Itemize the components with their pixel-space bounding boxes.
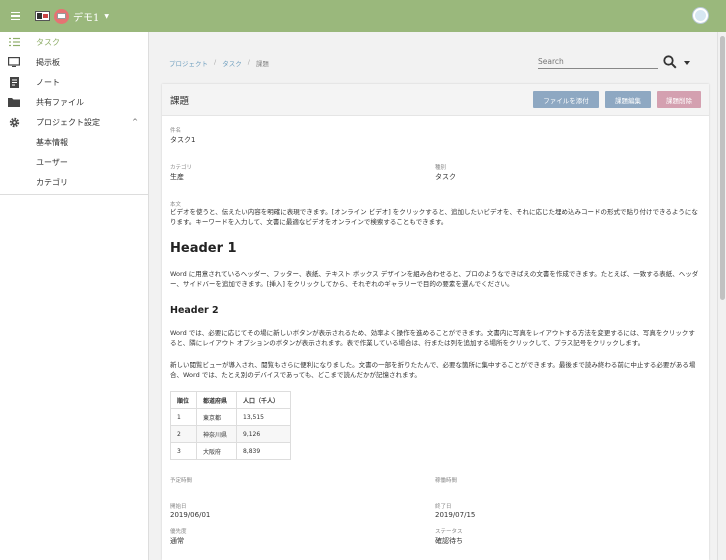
user-avatar[interactable] xyxy=(693,8,708,23)
sidebar-item-board[interactable]: 掲示板 xyxy=(0,52,148,72)
field-label-body: 本文 xyxy=(170,202,182,208)
search-input[interactable] xyxy=(538,55,658,69)
sidebar: タスク 掲示板 ノート 共有ファイル プロジェクト設定 ^ 基本情報 ユーザー … xyxy=(0,32,149,560)
table-cell: 大阪府 xyxy=(196,442,237,460)
gear-icon xyxy=(8,116,20,128)
sidebar-item-label: ノート xyxy=(36,77,60,87)
menu-icon[interactable] xyxy=(11,11,27,21)
breadcrumb: プロジェクト / タスク / 課題 xyxy=(169,58,269,68)
paragraph-3: 新しい閲覧ビューが導入され、閲覧もさらに便利になりました。文書の一部を折りたたん… xyxy=(170,361,696,379)
field-label-category: カテゴリ xyxy=(170,165,193,171)
sidebar-subitem-categories[interactable]: カテゴリ xyxy=(0,172,148,192)
population-table: 順位 都道府県 人口（千人） 1 東京都 13,515 2 神奈川県 9,126… xyxy=(170,391,291,460)
sidebar-item-project-settings[interactable]: プロジェクト設定 ^ xyxy=(0,112,148,132)
chevron-up-icon[interactable]: ^ xyxy=(132,118,138,126)
table-row: 3 大阪府 8,839 xyxy=(170,442,291,460)
heading-1: Header 1 xyxy=(170,241,237,256)
field-value-priority: 通常 xyxy=(170,537,184,545)
board-icon xyxy=(8,56,20,68)
delete-issue-button[interactable]: 課題削除 xyxy=(657,91,701,108)
table-cell: 神奈川県 xyxy=(196,425,237,443)
table-cell: 9,126 xyxy=(236,425,291,443)
folder-icon xyxy=(8,96,20,108)
sidebar-item-label: プロジェクト設定 xyxy=(36,117,100,127)
sidebar-item-tasks[interactable]: タスク xyxy=(0,32,148,52)
sidebar-item-label: 掲示板 xyxy=(36,57,60,67)
field-label-priority: 優先度 xyxy=(170,529,187,535)
table-cell: 3 xyxy=(170,442,197,460)
edit-issue-button[interactable]: 課題編集 xyxy=(605,91,651,108)
sidebar-subitem-label: ユーザー xyxy=(36,157,68,167)
project-name[interactable]: デモ1 xyxy=(73,9,99,24)
breadcrumb-current: 課題 xyxy=(255,60,269,68)
divider xyxy=(0,194,148,195)
sidebar-subitem-label: カテゴリ xyxy=(36,177,68,187)
field-label-end-date: 終了日 xyxy=(435,504,452,510)
table-row: 2 神奈川県 9,126 xyxy=(170,425,291,443)
search-icon[interactable] xyxy=(663,55,677,71)
paragraph-2: Word では、必要に応じてその場に新しいボタンが表示されるため、効率よく操作を… xyxy=(170,329,695,347)
sidebar-item-label: タスク xyxy=(36,37,60,47)
field-value-category: 生産 xyxy=(170,173,184,181)
field-value-status: 確認待ち xyxy=(435,537,463,545)
table-cell: 1 xyxy=(170,408,197,426)
table-header-row: 順位 都道府県 人口（千人） xyxy=(170,391,291,409)
table-header: 順位 xyxy=(170,391,197,409)
table-cell: 13,515 xyxy=(236,408,291,426)
scrollbar[interactable] xyxy=(717,32,726,560)
breadcrumb-separator: / xyxy=(247,58,250,66)
checklist-icon xyxy=(8,36,20,48)
table-cell: 2 xyxy=(170,425,197,443)
breadcrumb-separator: / xyxy=(214,58,217,66)
breadcrumb-project[interactable]: プロジェクト xyxy=(169,58,208,68)
issue-card: 課題 ファイルを添付 課題編集 課題削除 件名 タスク1 カテゴリ 生産 種別 … xyxy=(162,84,709,560)
table-cell: 東京都 xyxy=(196,408,237,426)
search-box xyxy=(538,55,690,71)
card-header: 課題 ファイルを添付 課題編集 課題削除 xyxy=(162,84,709,116)
field-label-name: 件名 xyxy=(170,128,182,134)
chevron-down-icon[interactable]: ▼ xyxy=(104,13,109,20)
field-label-start-date: 開始日 xyxy=(170,504,187,510)
card-title: 課題 xyxy=(170,95,190,107)
field-value-name: タスク1 xyxy=(170,136,196,144)
table-header: 都道府県 xyxy=(196,391,237,409)
project-avatar xyxy=(54,8,69,24)
field-label-status: ステータス xyxy=(435,529,463,535)
scrollbar-thumb[interactable] xyxy=(720,36,725,300)
table-cell: 8,839 xyxy=(236,442,291,460)
table-header: 人口（千人） xyxy=(236,391,291,409)
paragraph-1: Word に用意されているヘッダー、フッター、表紙、テキスト ボックス デザイン… xyxy=(170,270,699,288)
field-value-start-date: 2019/06/01 xyxy=(170,511,211,519)
table-row: 1 東京都 13,515 xyxy=(170,408,291,426)
body-intro: ビデオを使うと、伝えたい内容を明確に表現できます。[オンライン ビデオ] をクリ… xyxy=(170,208,698,226)
field-label-planned-time: 予定時間 xyxy=(170,478,193,484)
sidebar-subitem-label: 基本情報 xyxy=(36,137,68,147)
sidebar-subitem-basic-info[interactable]: 基本情報 xyxy=(0,132,148,152)
sidebar-item-label: 共有ファイル xyxy=(36,97,84,107)
attach-file-button[interactable]: ファイルを添付 xyxy=(533,91,599,108)
sidebar-subitem-users[interactable]: ユーザー xyxy=(0,152,148,172)
field-value-kind: タスク xyxy=(435,173,456,181)
field-value-end-date: 2019/07/15 xyxy=(435,511,476,519)
field-label-actual-time: 稼働時間 xyxy=(435,478,458,484)
search-dropdown-icon[interactable] xyxy=(684,61,690,65)
sidebar-item-notes[interactable]: ノート xyxy=(0,72,148,92)
heading-2: Header 2 xyxy=(170,305,219,316)
field-label-kind: 種別 xyxy=(435,165,447,171)
note-icon xyxy=(8,76,20,88)
breadcrumb-tasks[interactable]: タスク xyxy=(222,58,242,68)
sidebar-item-shared-files[interactable]: 共有ファイル xyxy=(0,92,148,112)
project-flag-icon xyxy=(35,11,50,21)
top-bar: デモ1 ▼ xyxy=(0,0,726,32)
